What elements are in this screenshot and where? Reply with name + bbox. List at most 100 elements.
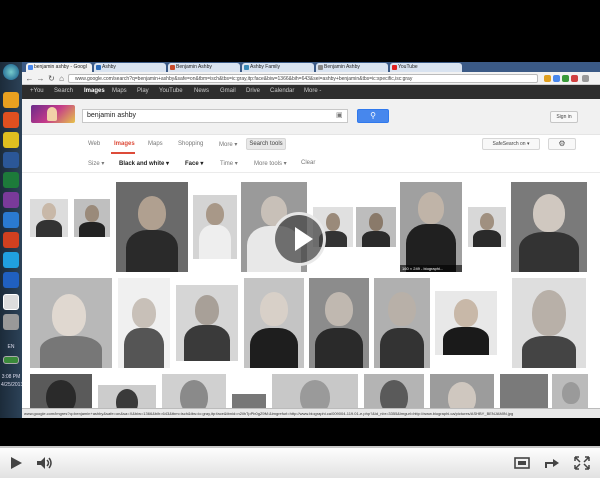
reload-icon[interactable]: ↻ [47,74,56,83]
google-doodle-logo[interactable] [31,105,75,123]
taskbar-app-icon[interactable] [3,132,19,148]
settings-gear-icon[interactable]: ⚙ [548,138,576,150]
browser-tab[interactable]: benjamin ashby - Googl [26,63,92,72]
result-photo [40,336,102,368]
image-result[interactable] [118,278,170,368]
home-icon[interactable]: ⌂ [57,74,66,83]
back-arrow-icon[interactable]: ← [25,74,34,83]
clock-date[interactable]: 4/25/2013 [1,382,23,388]
gbar-search[interactable]: Search [54,88,73,94]
image-result[interactable] [374,278,430,368]
powerpoint-icon[interactable] [3,232,19,248]
language-indicator[interactable]: EN [1,344,21,350]
gbar-calendar[interactable]: Calendar [270,88,294,94]
image-result[interactable] [511,182,587,272]
gbar-images[interactable]: Images [84,88,105,94]
tab-maps[interactable]: Maps [148,141,163,147]
gbar-youtube[interactable]: YouTube [159,88,183,94]
skype-icon[interactable] [3,252,19,268]
gbar-drive[interactable]: Drive [246,88,260,94]
menu-icon[interactable] [582,75,589,82]
chrome-taskbar-icon[interactable] [3,294,19,310]
battery-icon[interactable] [3,356,19,364]
result-photo [443,327,489,355]
word-icon[interactable] [3,152,19,168]
extension-icon[interactable] [571,75,578,82]
theater-mode-icon[interactable] [512,454,532,472]
forward-arrow-icon[interactable]: → [36,74,45,83]
filter-time[interactable]: Time ▾ [220,160,238,167]
play-overlay-icon[interactable] [272,212,326,266]
clock-time[interactable]: 3:08 PM [1,374,21,380]
taskbar-app-icon[interactable] [3,92,19,108]
excel-icon[interactable] [3,172,19,188]
image-result[interactable] [30,374,92,408]
camera-icon[interactable]: ▣ [336,112,344,119]
play-icon[interactable] [6,454,26,472]
taskbar-app-icon[interactable] [3,272,19,288]
image-result[interactable] [74,199,110,237]
search-button[interactable]: ⚲ [357,109,389,123]
image-result[interactable] [356,207,396,247]
tab-more[interactable]: More ▾ [219,141,237,148]
filter-color[interactable]: Black and white ▾ [119,160,169,167]
taskbar-app-icon[interactable] [3,212,19,228]
filter-size[interactable]: Size ▾ [88,160,104,167]
image-result[interactable] [468,207,506,247]
result-photo [522,336,576,368]
gbar-play[interactable]: Play [137,88,149,94]
gbar-maps[interactable]: Maps [112,88,127,94]
filter-more-tools[interactable]: More tools ▾ [254,160,287,167]
gbar-more[interactable]: More - [304,88,321,94]
image-result[interactable] [500,374,548,408]
browser-tab[interactable]: Benjamin Ashby [316,63,388,72]
taskbar-app-icon[interactable] [3,314,19,330]
image-result[interactable] [364,374,424,408]
image-result[interactable] [244,278,304,368]
tab-web[interactable]: Web [88,141,100,147]
image-result[interactable] [430,374,494,408]
image-result[interactable] [162,374,226,408]
image-result[interactable] [272,374,358,408]
image-result[interactable] [512,278,586,368]
image-result[interactable] [30,278,112,368]
search-input[interactable]: benjamin ashby [82,109,348,123]
extension-icon[interactable] [553,75,560,82]
result-photo [36,220,62,237]
extension-icon[interactable] [544,75,551,82]
browser-tab[interactable]: Ashby [94,63,166,72]
volume-icon[interactable] [34,454,54,472]
image-result[interactable] [30,199,68,237]
extension-icon[interactable] [562,75,569,82]
sign-in-button[interactable]: Sign in [550,111,578,123]
image-result[interactable] [232,394,266,408]
tab-shopping[interactable]: Shopping [178,141,203,147]
address-bar[interactable]: www.google.com/search?q=benjamin+ashby&s… [68,74,538,83]
browser-tab[interactable]: Ashby Family [242,63,314,72]
image-result[interactable] [98,385,156,408]
browser-tab[interactable]: YouTube [390,63,462,72]
image-result[interactable] [176,285,238,361]
onenote-icon[interactable] [3,192,19,208]
search-tools-button[interactable]: Search tools [246,138,286,150]
fullscreen-icon[interactable] [572,454,592,472]
taskbar-app-icon[interactable] [3,112,19,128]
image-result[interactable] [309,278,369,368]
youtube-favicon-icon [392,65,397,70]
image-result[interactable] [193,195,237,259]
image-result[interactable] [552,374,588,408]
browser-tab[interactable]: Benjamin Ashby [168,63,240,72]
image-result[interactable] [435,291,497,355]
gbar-plus-you[interactable]: +You [30,88,44,94]
image-result[interactable]: 160 × 249 - biographi... [400,182,462,272]
gbar-gmail[interactable]: Gmail [220,88,236,94]
tab-images[interactable]: Images [114,141,135,147]
image-result[interactable] [116,182,188,272]
filter-clear[interactable]: Clear [301,160,315,166]
start-button-icon[interactable] [3,64,19,80]
safesearch-dropdown[interactable]: SafeSearch on ▾ [482,138,540,150]
gbar-news[interactable]: News [194,88,209,94]
share-icon[interactable] [542,454,562,472]
page-favicon-icon [244,65,249,70]
filter-type[interactable]: Face ▾ [185,160,203,167]
